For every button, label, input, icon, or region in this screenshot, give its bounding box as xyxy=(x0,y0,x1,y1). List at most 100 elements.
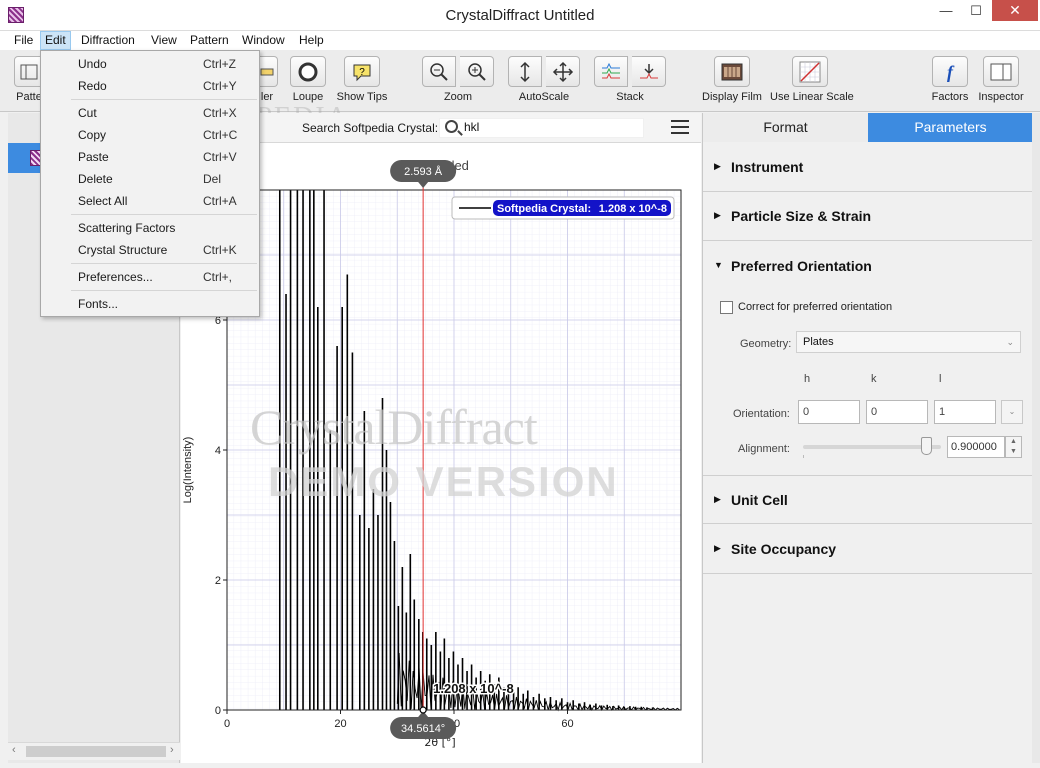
autoscale-vertical-icon[interactable] xyxy=(508,56,542,87)
demo-watermark-subtitle: DEMO VERSION xyxy=(268,458,619,505)
zoom-out-icon[interactable] xyxy=(422,56,456,87)
y-tick-label: 4 xyxy=(215,445,221,457)
section-unit-cell[interactable]: ▶ Unit Cell xyxy=(703,475,1033,524)
chevron-down-icon: ⌄ xyxy=(1006,337,1014,347)
orientation-l-field[interactable]: 1 xyxy=(934,400,996,424)
window-title: CrystalDiffract Untitled xyxy=(445,7,595,24)
structure-label: Crystal Structure xyxy=(78,243,168,257)
orientation-h-field[interactable]: 0 xyxy=(798,400,860,424)
menu-file[interactable]: File xyxy=(10,31,37,50)
menu-hamburger-icon[interactable] xyxy=(671,120,689,134)
menu-redo[interactable]: Redo Ctrl+Y xyxy=(42,76,258,96)
show-tips-tool[interactable]: ? Show Tips xyxy=(336,56,388,103)
menu-crystal-structure[interactable]: Crystal Structure Ctrl+K xyxy=(42,240,258,260)
unstack-icon[interactable] xyxy=(632,56,666,87)
scroll-left-arrow-icon[interactable]: ‹ xyxy=(12,744,16,756)
menu-cut[interactable]: Cut Ctrl+X xyxy=(42,103,258,123)
search-input[interactable] xyxy=(464,120,634,134)
loupe-label: Loupe xyxy=(292,91,324,103)
alignment-slider-thumb[interactable] xyxy=(921,437,933,455)
preferences-shortcut: Ctrl+, xyxy=(203,270,233,284)
menu-separator xyxy=(71,99,257,100)
linear-scale-icon xyxy=(792,56,828,87)
autoscale-both-icon[interactable] xyxy=(546,56,580,87)
disclosure-right-icon: ▶ xyxy=(714,210,721,220)
orientation-k-field[interactable]: 0 xyxy=(866,400,928,424)
menu-delete[interactable]: Delete Del xyxy=(42,169,258,189)
menu-view[interactable]: View xyxy=(147,31,181,50)
close-button[interactable]: ✕ xyxy=(992,0,1038,21)
factors-tool[interactable]: f Factors xyxy=(930,56,970,103)
search-icon xyxy=(445,120,458,133)
panel-scrollbar[interactable] xyxy=(1032,113,1040,763)
cursor-d-spacing-badge: 2.593 Å xyxy=(390,160,457,188)
scroll-right-arrow-icon[interactable]: › xyxy=(170,744,174,756)
menu-edit[interactable]: Edit xyxy=(40,31,71,50)
show-tips-icon: ? xyxy=(344,56,380,87)
linear-scale-tool[interactable]: Use Linear Scale xyxy=(770,56,854,103)
geometry-label: Geometry: xyxy=(740,338,792,350)
tab-format[interactable]: Format xyxy=(703,113,868,142)
copy-label: Copy xyxy=(78,128,107,142)
select-all-label: Select All xyxy=(78,194,128,208)
menu-preferences[interactable]: Preferences... Ctrl+, xyxy=(42,267,258,287)
menu-scattering-factors[interactable]: Scattering Factors xyxy=(42,218,258,238)
stepper-up-icon[interactable]: ▲ xyxy=(1010,438,1017,445)
geometry-select[interactable]: Plates ⌄ xyxy=(796,331,1021,353)
menu-pattern[interactable]: Pattern xyxy=(186,31,233,50)
menu-help[interactable]: Help xyxy=(295,31,328,50)
redo-shortcut: Ctrl+Y xyxy=(203,79,237,93)
zoom-tool[interactable]: Zoom xyxy=(420,56,496,103)
sidebar-horizontal-scrollbar[interactable]: ‹ › xyxy=(8,742,180,760)
section-site-occupancy-title: Site Occupancy xyxy=(731,541,837,557)
stepper-down-icon[interactable]: ▼ xyxy=(1010,448,1017,455)
menu-separator xyxy=(71,263,257,264)
svg-text:f: f xyxy=(947,62,955,82)
cut-label: Cut xyxy=(78,106,97,120)
cursor-intensity-label: 1.208 x 10^-8 xyxy=(433,681,514,696)
scattering-label: Scattering Factors xyxy=(78,221,176,235)
badge-pointer xyxy=(418,182,429,188)
menu-copy[interactable]: Copy Ctrl+C xyxy=(42,125,258,145)
tab-parameters[interactable]: Parameters xyxy=(868,113,1033,142)
x-tick-label: 0 xyxy=(224,718,230,730)
copy-shortcut: Ctrl+C xyxy=(203,128,238,142)
k-label: k xyxy=(871,373,877,385)
autoscale-tool[interactable]: AutoScale xyxy=(506,56,582,103)
search-label: Search Softpedia Crystal: xyxy=(302,121,439,135)
correct-orientation-checkbox[interactable] xyxy=(720,301,733,314)
menu-fonts[interactable]: Fonts... xyxy=(42,294,258,314)
menu-select-all[interactable]: Select All Ctrl+A xyxy=(42,191,258,211)
alignment-field[interactable]: 0.900000 xyxy=(947,436,1005,458)
linear-scale-label: Use Linear Scale xyxy=(770,91,854,103)
inspector-label: Inspector xyxy=(978,91,1024,103)
redo-label: Redo xyxy=(78,79,107,93)
section-particle-size[interactable]: ▶ Particle Size & Strain xyxy=(703,192,1033,241)
loupe-tool[interactable]: Loupe xyxy=(288,56,328,103)
orientation-stepper[interactable]: ⌄ xyxy=(1001,400,1023,424)
scroll-thumb[interactable] xyxy=(26,746,166,757)
undo-shortcut: Ctrl+Z xyxy=(203,57,236,71)
demo-watermark-title: CrystalDiffract xyxy=(250,399,538,455)
section-site-occupancy[interactable]: ▶ Site Occupancy xyxy=(703,525,1033,574)
inspector-tool[interactable]: Inspector xyxy=(978,56,1024,103)
zoom-in-icon[interactable] xyxy=(460,56,494,87)
menu-undo[interactable]: Undo Ctrl+Z xyxy=(42,54,258,74)
maximize-button[interactable]: ☐ xyxy=(962,0,990,21)
menu-window[interactable]: Window xyxy=(238,31,289,50)
legend-series-value: 1.208 x 10^-8 xyxy=(599,203,667,215)
delete-label: Delete xyxy=(78,172,113,186)
stack-icon[interactable] xyxy=(594,56,628,87)
y-axis-label: Log(Intensity) xyxy=(182,437,194,504)
section-instrument[interactable]: ▶ Instrument xyxy=(703,143,1033,192)
stack-tool[interactable]: Stack xyxy=(592,56,668,103)
display-film-tool[interactable]: Display Film xyxy=(700,56,764,103)
alignment-slider-ticks xyxy=(803,455,941,458)
section-preferred-orientation[interactable]: ▼ Preferred Orientation xyxy=(703,242,1033,291)
minimize-button[interactable]: — xyxy=(932,0,960,21)
menu-diffraction[interactable]: Diffraction xyxy=(77,31,139,50)
inspector-panel: Format Parameters ▶ Instrument ▶ Particl… xyxy=(702,113,1033,763)
menu-paste[interactable]: Paste Ctrl+V xyxy=(42,147,258,167)
alignment-stepper[interactable]: ▲ ▼ xyxy=(1005,436,1022,458)
factors-icon: f xyxy=(932,56,968,87)
